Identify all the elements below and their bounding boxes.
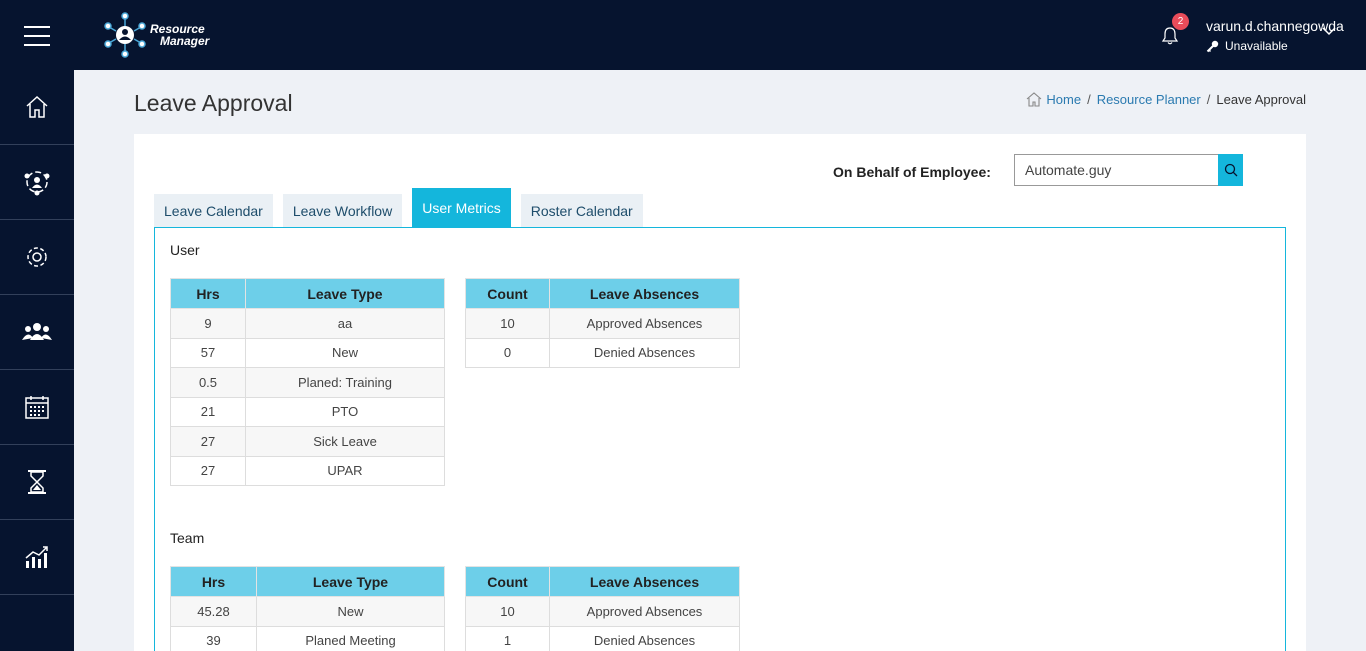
breadcrumb-separator: / xyxy=(1087,92,1091,107)
breadcrumb-separator: / xyxy=(1206,92,1211,107)
column-header-leave-type[interactable]: Leave Type xyxy=(245,278,445,309)
home-icon[interactable] xyxy=(1026,92,1042,107)
count-cell: 10 xyxy=(465,308,550,339)
tab-user-metrics[interactable]: User Metrics xyxy=(412,188,511,228)
sidebar xyxy=(0,70,74,651)
analytics-icon xyxy=(25,546,48,568)
hrs-cell: 45.28 xyxy=(170,596,257,627)
chevron-down-icon[interactable] xyxy=(1322,26,1336,36)
sidebar-item-home[interactable] xyxy=(0,70,74,145)
users-icon xyxy=(22,323,52,340)
absence-type-cell: Approved Absences xyxy=(549,308,740,339)
leave-type-cell: New xyxy=(256,596,445,627)
breadcrumb: Home / Resource Planner / Leave Approval xyxy=(1026,92,1306,107)
sidebar-item-teams[interactable] xyxy=(0,145,74,220)
key-icon xyxy=(1206,40,1219,52)
behalf-employee-label: On Behalf of Employee: xyxy=(833,164,991,180)
hrs-cell: 21 xyxy=(170,396,246,427)
user-section-label: User xyxy=(170,242,200,258)
table-row: 45.28 New xyxy=(170,596,445,627)
table-row: 0.5 Planed: Training xyxy=(170,367,445,398)
menu-icon[interactable] xyxy=(24,26,50,46)
employee-search-button[interactable] xyxy=(1218,154,1243,186)
leave-type-cell: Sick Leave xyxy=(245,426,445,457)
leave-type-cell: UPAR xyxy=(245,455,445,486)
notification-count-badge: 2 xyxy=(1172,13,1189,30)
app-logo-text: Resource Manager xyxy=(150,22,210,48)
breadcrumb-current: Leave Approval xyxy=(1216,92,1306,107)
leave-type-cell: aa xyxy=(245,308,445,339)
table-row: 39 Planed Meeting xyxy=(170,625,445,651)
breadcrumb-resource-planner-link[interactable]: Resource Planner xyxy=(1097,92,1201,107)
user-metrics-content: User Hrs Leave Type 9 aa 57 New 0.5 Planed:… xyxy=(154,227,1286,651)
team-leave-hours-table: Hrs Leave Type 45.28 New 39 Planed Meeting xyxy=(170,566,445,651)
behalf-employee-input[interactable] xyxy=(1014,154,1219,186)
leave-type-cell: Planed: Training xyxy=(245,367,445,398)
user-leave-hours-table: Hrs Leave Type 9 aa 57 New 0.5 Planed: Trai… xyxy=(170,278,445,486)
table-row: 57 New xyxy=(170,337,445,368)
tab-leave-workflow[interactable]: Leave Workflow xyxy=(282,194,403,228)
column-header-count[interactable]: Count xyxy=(465,278,550,309)
search-icon xyxy=(1224,163,1237,177)
column-header-leave-absences[interactable]: Leave Absences xyxy=(549,278,740,309)
hrs-cell: 0.5 xyxy=(170,367,246,398)
table-row: 1 Denied Absences xyxy=(465,625,740,651)
user-status-text: Unavailable xyxy=(1225,39,1288,53)
table-row: 27 UPAR xyxy=(170,455,445,486)
home-icon xyxy=(26,95,48,118)
hrs-cell: 27 xyxy=(170,426,246,457)
tab-leave-calendar[interactable]: Leave Calendar xyxy=(154,194,273,228)
team-absences-table: Count Leave Absences 10 Approved Absences… xyxy=(465,566,740,651)
count-cell: 0 xyxy=(465,337,550,368)
sidebar-item-users[interactable] xyxy=(0,295,74,370)
table-row: 27 Sick Leave xyxy=(170,426,445,457)
breadcrumb-home-link[interactable]: Home xyxy=(1046,92,1081,107)
count-cell: 1 xyxy=(465,625,550,651)
page-title: Leave Approval xyxy=(134,90,293,116)
app-logo[interactable]: Resource Manager xyxy=(104,12,209,58)
leave-type-cell: New xyxy=(245,337,445,368)
sidebar-item-calendar[interactable] xyxy=(0,370,74,445)
absence-type-cell: Approved Absences xyxy=(549,596,740,627)
tab-bar: Leave Calendar Leave Workflow User Metri… xyxy=(154,188,643,228)
table-row: 10 Approved Absences xyxy=(465,596,740,627)
tab-roster-calendar[interactable]: Roster Calendar xyxy=(520,194,643,228)
absence-type-cell: Denied Absences xyxy=(549,625,740,651)
column-header-hrs[interactable]: Hrs xyxy=(170,566,257,597)
absence-type-cell: Denied Absences xyxy=(549,337,740,368)
calendar-icon xyxy=(25,396,49,419)
hrs-cell: 57 xyxy=(170,337,246,368)
user-status: Unavailable xyxy=(1206,39,1344,53)
team-network-icon xyxy=(24,171,50,196)
hourglass-icon xyxy=(28,470,46,494)
table-row: 10 Approved Absences xyxy=(465,308,740,339)
table-row: 21 PTO xyxy=(170,396,445,427)
team-section-label: Team xyxy=(170,530,205,546)
column-header-hrs[interactable]: Hrs xyxy=(170,278,246,309)
top-bar: Resource Manager 2 varun.d.channegowda U… xyxy=(0,0,1366,70)
column-header-leave-absences[interactable]: Leave Absences xyxy=(549,566,740,597)
network-logo-icon xyxy=(104,12,146,58)
hrs-cell: 39 xyxy=(170,625,257,651)
column-header-leave-type[interactable]: Leave Type xyxy=(256,566,445,597)
hrs-cell: 27 xyxy=(170,455,246,486)
count-cell: 10 xyxy=(465,596,550,627)
sidebar-item-settings[interactable] xyxy=(0,220,74,295)
gear-icon xyxy=(27,247,47,267)
main-panel: On Behalf of Employee: Leave Calendar Le… xyxy=(134,134,1306,651)
hrs-cell: 9 xyxy=(170,308,246,339)
user-absences-table: Count Leave Absences 10 Approved Absences… xyxy=(465,278,740,368)
leave-type-cell: PTO xyxy=(245,396,445,427)
table-row: 9 aa xyxy=(170,308,445,339)
column-header-count[interactable]: Count xyxy=(465,566,550,597)
sidebar-item-timesheet[interactable] xyxy=(0,445,74,520)
table-row: 0 Denied Absences xyxy=(465,337,740,368)
sidebar-item-analytics[interactable] xyxy=(0,520,74,595)
leave-type-cell: Planed Meeting xyxy=(256,625,445,651)
